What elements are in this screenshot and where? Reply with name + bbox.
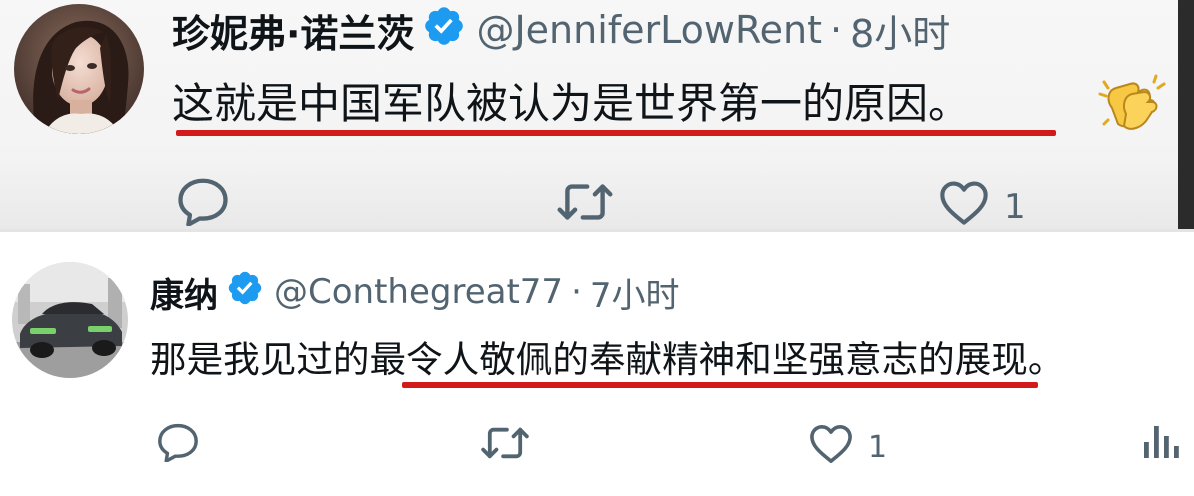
handle[interactable]: @JenniferLowRent bbox=[476, 8, 822, 52]
tweet-text: 这就是中国军队被认为是世界第一的原因。 bbox=[172, 79, 971, 128]
tweet-text: 那是我见过的最令人敬佩的奉献精神和坚强意志的展现。 bbox=[150, 338, 1065, 381]
heart-icon bbox=[808, 422, 854, 472]
red-underline bbox=[402, 382, 1038, 388]
verified-badge-icon bbox=[226, 269, 264, 316]
separator-dot: · bbox=[571, 272, 582, 312]
retweet-button[interactable] bbox=[480, 424, 530, 466]
like-count: 1 bbox=[1004, 186, 1026, 227]
reply-icon bbox=[176, 176, 230, 229]
like-button[interactable]: 1 bbox=[938, 178, 1026, 229]
red-underline bbox=[176, 130, 1056, 136]
tweet-header: 康纳 @Conthegreat77 · 7小时 bbox=[150, 268, 680, 317]
views-icon bbox=[1142, 422, 1182, 466]
reply-button[interactable] bbox=[176, 176, 230, 229]
retweet-button[interactable] bbox=[556, 180, 614, 228]
tweet-card[interactable]: 珍妮弗·诺兰茨 @JenniferLowRent · 8小时 这就是中国军队被认… bbox=[0, 0, 1178, 229]
like-count: 1 bbox=[868, 429, 888, 465]
avatar[interactable] bbox=[14, 4, 144, 134]
reply-button[interactable] bbox=[156, 422, 200, 466]
views-button[interactable] bbox=[1142, 422, 1182, 466]
verified-badge-icon bbox=[422, 4, 466, 57]
timestamp[interactable]: 8小时 bbox=[850, 3, 950, 58]
display-name[interactable]: 珍妮弗·诺兰茨 bbox=[172, 3, 414, 58]
separator-dot: · bbox=[830, 8, 843, 52]
handle[interactable]: @Conthegreat77 bbox=[274, 272, 563, 312]
screen-edge bbox=[1178, 0, 1194, 229]
like-button[interactable]: 1 bbox=[808, 422, 887, 472]
heart-icon bbox=[938, 178, 990, 229]
display-name[interactable]: 康纳 bbox=[150, 268, 218, 317]
reply-icon bbox=[156, 422, 200, 466]
tweet-header: 珍妮弗·诺兰茨 @JenniferLowRent · 8小时 bbox=[172, 4, 950, 57]
tweet-card[interactable]: 康纳 @Conthegreat77 · 7小时 那是我见过的最令人敬佩的奉献精神… bbox=[0, 232, 1194, 496]
retweet-icon bbox=[556, 180, 614, 228]
avatar[interactable] bbox=[12, 262, 128, 378]
timestamp[interactable]: 7小时 bbox=[590, 268, 680, 317]
retweet-icon bbox=[480, 424, 530, 466]
clapping-hands-emoji-icon bbox=[1096, 70, 1168, 138]
